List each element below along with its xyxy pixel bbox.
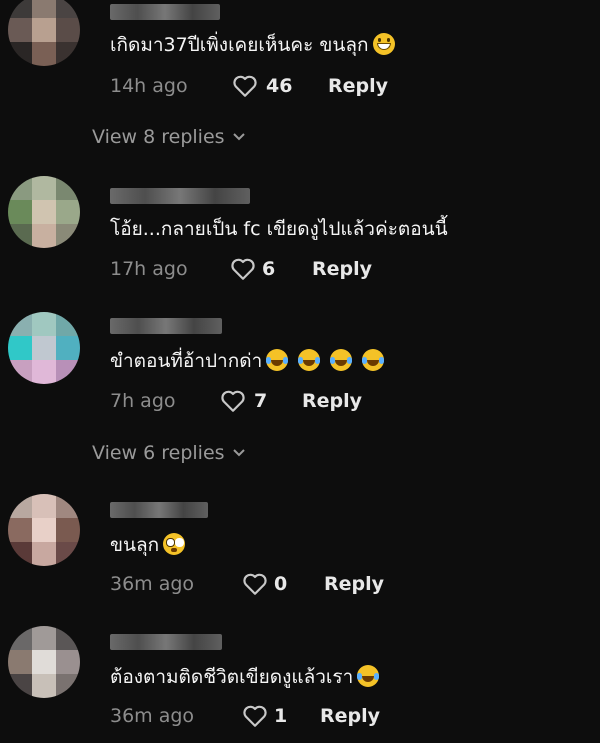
reply-button[interactable]: Reply [312,256,372,282]
username-blurred[interactable] [110,634,222,650]
tears-of-joy-icon [330,349,353,371]
like-count: 6 [262,258,276,280]
heart-icon[interactable] [242,704,268,728]
comment-text: ต้องตามติดชีวิตเขียดงูแล้วเรา [110,664,380,690]
comment-body: ขำตอนที่อ้าปากด่า [110,350,263,372]
like-count: 46 [266,75,293,97]
tears-of-joy-icon [357,665,380,687]
timestamp: 17h ago [110,258,188,280]
comment-meta: 14h ago 46 Reply [110,73,410,99]
view-replies-label: View 8 replies [92,126,225,148]
username-blurred[interactable] [110,188,250,204]
timestamp: 36m ago [110,573,195,595]
comment-text: ขนลุก [110,532,186,558]
heart-icon[interactable] [232,74,258,98]
view-replies-button[interactable]: View 8 replies [92,124,245,150]
flushed-face-icon [163,533,186,555]
avatar[interactable] [8,0,80,66]
comment-meta: 36m ago 1 Reply [110,703,410,729]
chevron-down-icon [232,449,245,457]
comment-text: ขำตอนที่อ้าปากด่า [110,348,385,374]
avatar[interactable] [8,494,80,566]
comment-body: ต้องตามติดชีวิตเขียดงูแล้วเรา [110,666,354,688]
username-blurred[interactable] [110,502,208,518]
comment-meta: 7h ago 7 Reply [110,388,410,414]
reply-button[interactable]: Reply [320,703,380,729]
tears-of-joy-icon [362,349,385,371]
username-blurred[interactable] [110,318,222,334]
timestamp: 14h ago [110,75,188,97]
like-count: 1 [274,705,288,727]
reply-button[interactable]: Reply [328,73,388,99]
avatar[interactable] [8,626,80,698]
view-replies-button[interactable]: View 6 replies [92,440,245,466]
tears-of-joy-icon [298,349,321,371]
comment-body: เกิดมา37ปีเพิ่งเคยเห็นคะ ขนลุก [110,34,369,56]
comment-text: โอ้ย...กลายเป็น fc เขียดงูไปแล้วค่ะตอนนี… [110,216,448,242]
tears-of-joy-icon [266,349,289,371]
view-replies-label: View 6 replies [92,442,225,464]
comment-text: เกิดมา37ปีเพิ่งเคยเห็นคะ ขนลุก [110,32,395,58]
username-blurred[interactable] [110,4,220,20]
reply-button[interactable]: Reply [324,571,384,597]
chevron-down-icon [232,133,245,141]
avatar[interactable] [8,312,80,384]
avatar[interactable] [8,176,80,248]
grinning-face-icon [372,33,395,55]
like-count: 7 [254,390,268,412]
timestamp: 36m ago [110,705,195,727]
comment-body: ขนลุก [110,534,160,556]
heart-icon[interactable] [230,257,256,281]
comment-meta: 17h ago 6 Reply [110,256,410,282]
comment-meta: 36m ago 0 Reply [110,571,410,597]
reply-button[interactable]: Reply [302,388,362,414]
timestamp: 7h ago [110,390,176,412]
heart-icon[interactable] [242,572,268,596]
comment-body: โอ้ย...กลายเป็น fc เขียดงูไปแล้วค่ะตอนนี… [110,218,448,240]
like-count: 0 [274,573,288,595]
heart-icon[interactable] [220,389,246,413]
